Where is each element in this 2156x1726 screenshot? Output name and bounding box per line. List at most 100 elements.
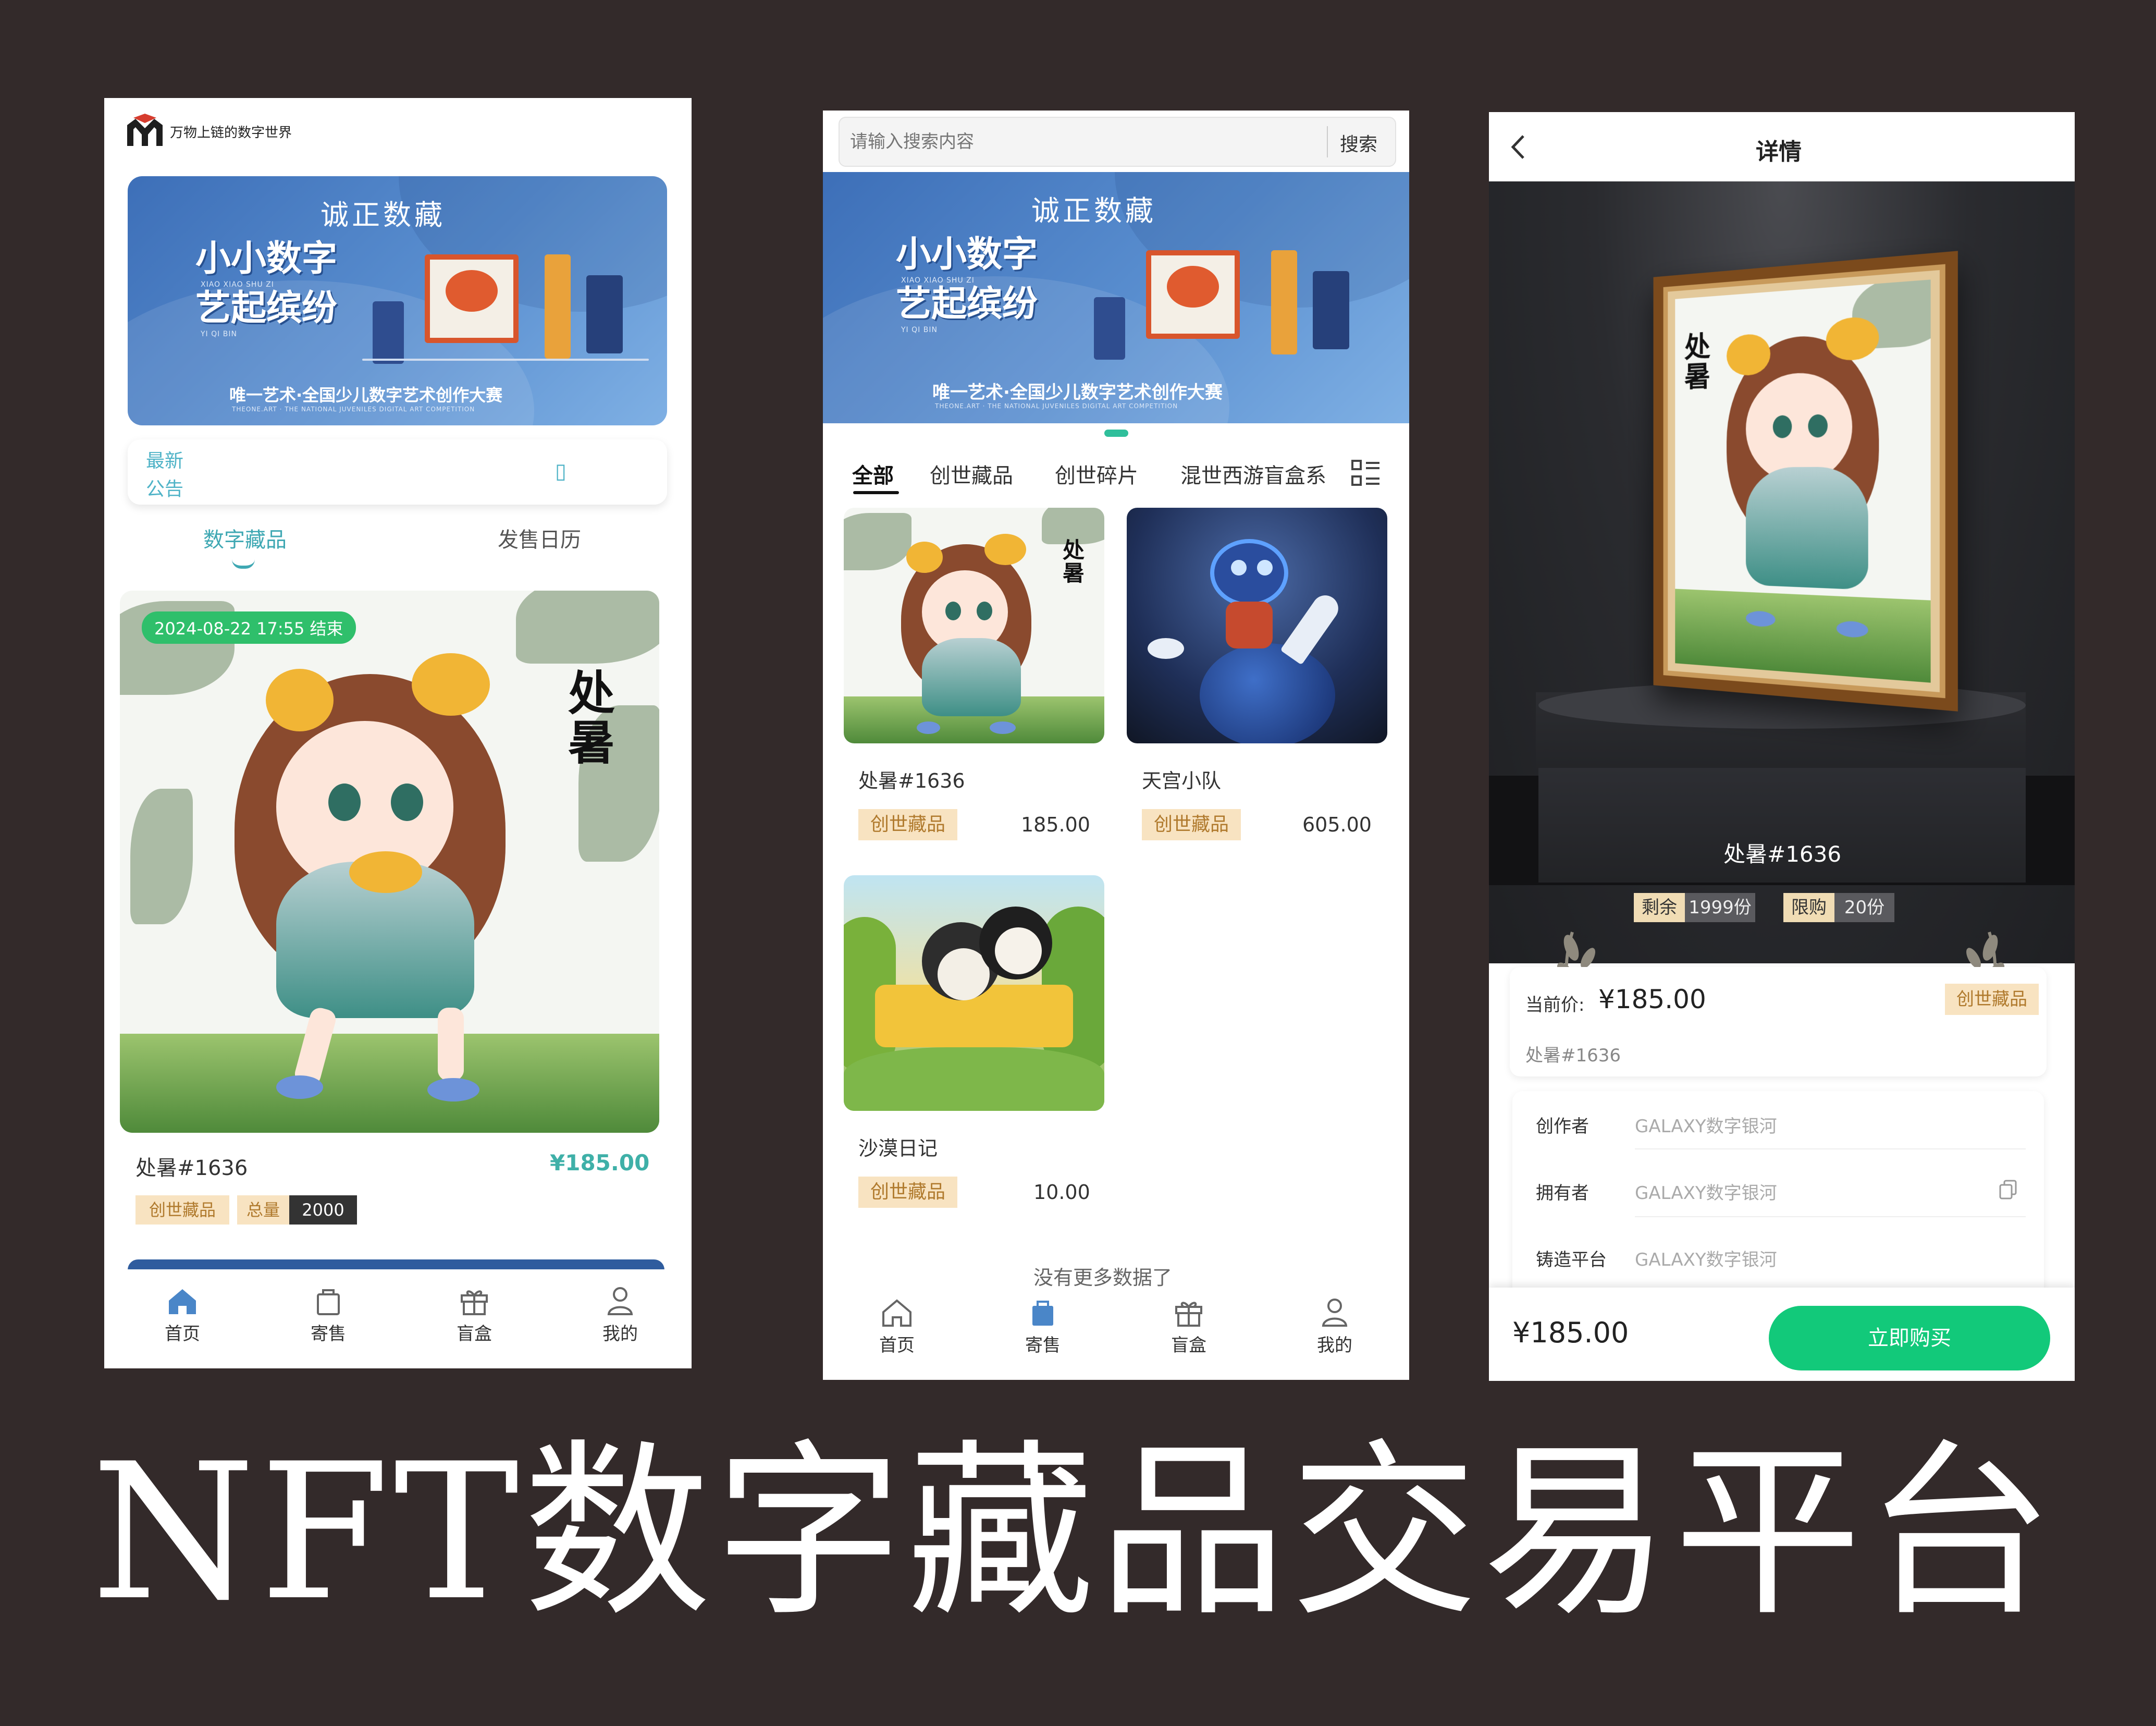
nav-blindbox-label: 盲盒	[1171, 1335, 1206, 1356]
price-label: 当前价:	[1525, 995, 1585, 1015]
item-tag: 创世藏品	[1142, 809, 1241, 840]
banner-dot-indicator	[1104, 430, 1128, 437]
home-screen: 万物上链的数字世界 诚正数藏 小小数字 XIAO XIAO SHU ZI 艺起缤…	[104, 98, 692, 1368]
nav-consign[interactable]: 寄售	[1006, 1296, 1079, 1356]
nav-blindbox[interactable]: 盲盒	[438, 1285, 511, 1345]
gift-icon	[461, 1290, 488, 1315]
banner-subline: THEONE.ART · THE NATIONAL JUVENILES DIGI…	[232, 406, 475, 413]
bag-icon	[317, 1289, 340, 1315]
item-card-image[interactable]	[1127, 508, 1387, 743]
nav-mine-label: 我的	[602, 1324, 638, 1344]
category-fragments[interactable]: 创世碎片	[1055, 459, 1138, 489]
search-bar: 搜索	[839, 117, 1396, 167]
nav-blindbox-label: 盲盒	[457, 1324, 492, 1344]
sub-item-name: 处暑#1636	[1525, 1045, 1621, 1066]
next-card-peek	[128, 1259, 664, 1270]
nav-mine[interactable]: 我的	[584, 1285, 657, 1345]
poster-caption: NFT数字藏品交易平台	[91, 1423, 2058, 1642]
limit-value: 20份	[1834, 893, 1894, 922]
banner-title-1: 小小数字	[195, 238, 338, 279]
detail-header: 详情	[1489, 112, 2075, 181]
nav-blindbox[interactable]: 盲盒	[1152, 1296, 1225, 1356]
nav-mine-label: 我的	[1317, 1335, 1352, 1356]
creator-value: GALAXY数字银河	[1635, 1116, 1777, 1137]
gift-icon	[1175, 1302, 1202, 1327]
category-blindbox[interactable]: 混世西游盲盒系	[1180, 459, 1337, 489]
tab-release-calendar[interactable]: 发售日历	[498, 523, 581, 553]
info-card: 创作者 GALAXY数字银河 拥有者 GALAXY数字银河 铸造平台 GALAX…	[1512, 1091, 2044, 1300]
card-tag: 创世藏品	[135, 1195, 229, 1225]
nav-home[interactable]: 首页	[146, 1285, 219, 1345]
owner-value: GALAXY数字银河	[1635, 1183, 1777, 1204]
bottom-nav: 首页 寄售 盲盒 我的	[104, 1269, 692, 1368]
bottom-price: ¥185.00	[1512, 1316, 1629, 1349]
promo-banner[interactable]: 诚正数藏 小小数字 XIAO XIAO SHU ZI 艺起缤纷 YI QI BI…	[128, 176, 667, 425]
artwork-calligraphy: 处暑	[1063, 537, 1085, 586]
item-name: 天宫小队	[1142, 769, 1222, 792]
banner-brand: 诚正数藏	[1031, 194, 1156, 227]
framed-artwork[interactable]: 处暑	[1653, 251, 1958, 712]
nav-home-label: 首页	[879, 1335, 915, 1356]
nav-consign[interactable]: 寄售	[292, 1285, 365, 1345]
notice-glyph: ▯	[555, 459, 567, 483]
item-tag: 创世藏品	[858, 1177, 957, 1208]
notice-label-1: 最新	[146, 450, 184, 472]
category-genesis[interactable]: 创世藏品	[930, 459, 1013, 489]
owner-label: 拥有者	[1536, 1183, 1589, 1204]
banner-subline: THEONE.ART · THE NATIONAL JUVENILES DIGI…	[935, 402, 1178, 410]
current-price: ¥185.00	[1598, 984, 1706, 1014]
nav-mine[interactable]: 我的	[1298, 1296, 1371, 1356]
detail-screen: 详情 处暑 处暑#1636 剩余 1999份 限购 20份 当前价: ¥185.…	[1489, 112, 2075, 1381]
category-active-underline	[853, 491, 899, 494]
banner-tagline: 唯一艺术·全国少儿数字艺术创作大赛	[932, 382, 1223, 403]
chevron-left-icon[interactable]	[1508, 133, 1529, 161]
end-time-badge: 2024-08-22 17:55 结束	[142, 611, 356, 644]
banner-title-2: 艺起缤纷	[195, 288, 338, 329]
banner-pinyin-2: YI QI BIN	[901, 326, 938, 334]
price-card: 当前价: ¥185.00 创世藏品 处暑#1636	[1510, 967, 2047, 1076]
logo-slogan: 万物上链的数字世界	[170, 125, 292, 141]
promo-banner[interactable]: 诚正数藏 小小数字 XIAO XIAO SHU ZI 艺起缤纷 YI QI BI…	[823, 172, 1409, 423]
total-value: 2000	[289, 1195, 357, 1225]
notice-bar[interactable]: 最新 公告 ▯	[128, 439, 667, 505]
item-name: 沙漠日记	[858, 1137, 938, 1160]
search-button[interactable]: 搜索	[1340, 129, 1377, 156]
remain-label: 剩余	[1634, 893, 1685, 922]
nav-consign-label: 寄售	[1025, 1335, 1061, 1356]
nav-consign-label: 寄售	[311, 1324, 346, 1344]
tab-digital-collections[interactable]: 数字藏品	[203, 523, 287, 553]
search-input[interactable]	[850, 127, 1267, 156]
item-name: 处暑#1636	[858, 769, 965, 792]
tab-active-indicator	[232, 559, 255, 569]
buy-now-button[interactable]: 立即购买	[1769, 1306, 2050, 1370]
banner-title-2: 艺起缤纷	[896, 284, 1038, 325]
nav-home-label: 首页	[165, 1324, 200, 1344]
mint-platform-label: 铸造平台	[1536, 1250, 1607, 1270]
market-screen: 搜索 诚正数藏 小小数字 XIAO XIAO SHU ZI 艺起缤纷 YI QI…	[823, 111, 1409, 1380]
item-card-image[interactable]: 处暑	[844, 508, 1104, 743]
item-price: 185.00	[1021, 813, 1090, 836]
no-more-data: 没有更多数据了	[1033, 1266, 1173, 1289]
collection-card-image[interactable]: 处暑	[120, 591, 659, 1133]
copy-icon[interactable]	[1997, 1178, 2020, 1201]
mint-platform-value: GALAXY数字银河	[1635, 1250, 1777, 1270]
item-tag: 创世藏品	[858, 809, 957, 840]
total-label: 总量	[237, 1195, 289, 1225]
user-icon	[1322, 1299, 1348, 1327]
card-name: 处暑#1636	[135, 1156, 248, 1180]
card-price: ¥185.00	[550, 1150, 650, 1176]
item-price: 10.00	[1033, 1181, 1090, 1204]
list-grid-icon[interactable]	[1350, 458, 1382, 489]
nav-home[interactable]: 首页	[860, 1296, 933, 1356]
home-icon	[169, 1289, 196, 1314]
banner-brand: 诚正数藏	[321, 199, 446, 231]
home-icon	[882, 1299, 911, 1327]
banner-tagline: 唯一艺术·全国少儿数字艺术创作大赛	[229, 385, 503, 405]
banner-title-1: 小小数字	[896, 234, 1038, 275]
buy-bar: ¥185.00 立即购买	[1489, 1288, 2075, 1381]
bag-icon	[1032, 1301, 1053, 1326]
item-card-image[interactable]	[844, 875, 1104, 1111]
category-all[interactable]: 全部	[852, 459, 894, 489]
artwork-calligraphy: 处暑	[1684, 329, 1711, 394]
stage-item-name: 处暑#1636	[1723, 841, 1842, 867]
